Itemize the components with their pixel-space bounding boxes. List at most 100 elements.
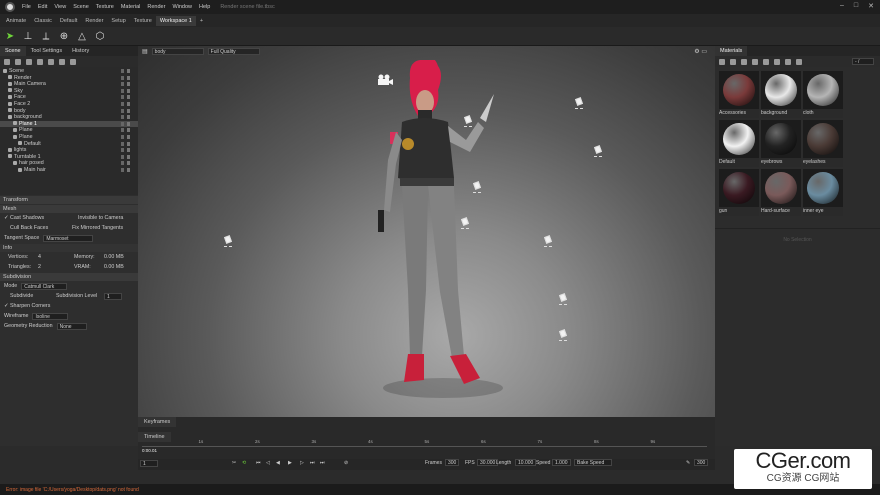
light-icon[interactable] bbox=[574, 97, 584, 109]
visibility-icon[interactable] bbox=[127, 88, 130, 93]
menu-window[interactable]: Window bbox=[172, 4, 192, 10]
lock-icon[interactable] bbox=[121, 108, 124, 113]
select-tool-icon[interactable]: ➤ bbox=[4, 30, 16, 42]
light-icon[interactable] bbox=[460, 217, 470, 229]
delete-icon[interactable] bbox=[70, 58, 76, 65]
menu-texture[interactable]: Texture bbox=[96, 4, 114, 10]
subdivision-section-header[interactable]: Subdivision bbox=[0, 273, 138, 281]
tree-item[interactable]: Main hair bbox=[0, 167, 138, 174]
viewport[interactable]: ▤ body Full Quality ⚙ ▭ bbox=[138, 46, 715, 417]
speed-input[interactable]: 1.000 bbox=[552, 459, 571, 466]
lock-icon[interactable] bbox=[121, 141, 124, 146]
visibility-icon[interactable] bbox=[127, 101, 130, 106]
menu-edit[interactable]: Edit bbox=[38, 4, 47, 10]
snap-tool-icon[interactable]: ⬡ bbox=[94, 30, 106, 42]
new-material-icon[interactable] bbox=[719, 58, 725, 65]
sharpen-corners-checkbox[interactable]: ✓ bbox=[4, 303, 8, 309]
workspace-1[interactable]: Workspace 1 bbox=[155, 15, 196, 26]
mode-select[interactable]: Catmull Clark bbox=[21, 282, 68, 290]
pivot-tool-icon[interactable]: △ bbox=[76, 30, 88, 42]
visibility-icon[interactable] bbox=[127, 121, 130, 126]
visibility-icon[interactable] bbox=[127, 154, 130, 159]
prev-key-icon[interactable]: ◁ bbox=[266, 460, 270, 466]
add-workspace-button[interactable]: + bbox=[196, 16, 207, 26]
folder-icon[interactable] bbox=[59, 58, 65, 65]
tree-item[interactable]: background bbox=[0, 114, 138, 121]
tab-tool-settings[interactable]: Tool Settings bbox=[26, 46, 68, 56]
visibility-icon[interactable] bbox=[127, 167, 130, 172]
mesh-section-header[interactable]: Mesh bbox=[0, 205, 138, 213]
material-search-input[interactable]: - / bbox=[852, 58, 874, 65]
workspace-setup[interactable]: Setup bbox=[107, 16, 129, 26]
merge-material-icon[interactable] bbox=[741, 58, 747, 65]
tree-item[interactable]: Plane 1 bbox=[0, 120, 138, 128]
tab-materials[interactable]: Materials bbox=[715, 46, 748, 56]
last-frame-icon[interactable]: ⏭ bbox=[320, 460, 325, 466]
tree-item[interactable]: Scene bbox=[0, 68, 138, 75]
lock-icon[interactable] bbox=[121, 95, 124, 100]
light-icon[interactable] bbox=[472, 181, 482, 193]
material-swatch[interactable]: inner eye bbox=[803, 169, 843, 216]
scale-tool-icon[interactable]: ⊕ bbox=[58, 30, 70, 42]
add-camera-icon[interactable] bbox=[26, 58, 32, 65]
tree-item[interactable]: Plane bbox=[0, 127, 138, 134]
lock-icon[interactable] bbox=[121, 148, 124, 153]
library-icon[interactable] bbox=[796, 58, 802, 65]
lock-icon[interactable] bbox=[121, 134, 124, 139]
cut-icon[interactable]: ✂ bbox=[232, 460, 236, 466]
info-section-header[interactable]: Info bbox=[0, 244, 138, 252]
save-icon[interactable] bbox=[774, 58, 780, 65]
minimize-icon[interactable]: – bbox=[840, 2, 844, 10]
visibility-icon[interactable] bbox=[127, 75, 130, 80]
play-icon[interactable]: ▶ bbox=[288, 460, 292, 466]
lock-icon[interactable] bbox=[121, 128, 124, 133]
picker-icon[interactable] bbox=[785, 58, 791, 65]
import-icon[interactable] bbox=[48, 58, 54, 65]
menu-help[interactable]: Help bbox=[199, 4, 210, 10]
material-swatch[interactable]: eyelashes bbox=[803, 120, 843, 167]
lock-icon[interactable] bbox=[121, 75, 124, 80]
light-icon[interactable] bbox=[463, 115, 473, 127]
light-icon[interactable] bbox=[558, 329, 568, 341]
transform-section-header[interactable]: Transform bbox=[0, 196, 138, 204]
tangent-space-select[interactable]: Marmoset bbox=[43, 234, 94, 242]
menu-scene[interactable]: Scene bbox=[73, 4, 89, 10]
tree-item[interactable]: lights bbox=[0, 147, 138, 154]
tree-item[interactable]: Plane bbox=[0, 134, 138, 141]
tab-keyframes[interactable]: Keyframes bbox=[138, 417, 177, 427]
duplicate-material-icon[interactable] bbox=[730, 58, 736, 65]
workspace-default[interactable]: Default bbox=[56, 16, 81, 26]
material-swatch[interactable]: Default bbox=[719, 120, 759, 167]
material-swatch[interactable]: Hard-surface bbox=[761, 169, 801, 216]
tree-item[interactable]: Default bbox=[0, 141, 138, 148]
tab-scene[interactable]: Scene bbox=[0, 46, 26, 56]
loop-icon[interactable]: ⟲ bbox=[242, 460, 246, 466]
lock-icon[interactable] bbox=[121, 82, 124, 87]
add-light-icon[interactable] bbox=[4, 58, 10, 65]
cull-back-faces-label[interactable]: Cull Back Faces bbox=[10, 225, 48, 231]
tab-timeline[interactable]: Timeline bbox=[138, 432, 171, 442]
rotate-tool-icon[interactable]: ⟂ bbox=[40, 30, 52, 42]
lock-icon[interactable] bbox=[121, 101, 124, 106]
workspace-render[interactable]: Render bbox=[81, 16, 107, 26]
object-select[interactable]: body bbox=[151, 47, 204, 55]
cast-shadows-checkbox[interactable]: ✓ bbox=[4, 215, 8, 221]
menu-file[interactable]: File bbox=[22, 4, 31, 10]
bake-speed-button[interactable]: Bake Speed bbox=[574, 459, 612, 466]
visibility-icon[interactable] bbox=[127, 141, 130, 146]
quality-select[interactable]: Full Quality bbox=[207, 47, 260, 55]
lock-icon[interactable] bbox=[121, 154, 124, 159]
length-input[interactable]: 10.000 bbox=[515, 459, 537, 466]
material-swatch[interactable]: Accessories bbox=[719, 71, 759, 118]
subdivision-level-input[interactable]: 1 bbox=[104, 292, 122, 300]
timeline-ruler[interactable]: 0:00.01 1s 2s 3s 4s 5s 6s 7s 8s 9s bbox=[142, 439, 707, 457]
visibility-icon[interactable] bbox=[127, 95, 130, 100]
move-tool-icon[interactable]: ⊥ bbox=[22, 30, 34, 42]
tree-item[interactable]: Main Camera bbox=[0, 81, 138, 88]
tab-history[interactable]: History bbox=[67, 46, 94, 56]
material-swatch[interactable]: cloth bbox=[803, 71, 843, 118]
visibility-icon[interactable] bbox=[127, 69, 130, 73]
folder-icon[interactable] bbox=[763, 58, 769, 65]
menu-view[interactable]: View bbox=[54, 4, 66, 10]
visibility-icon[interactable] bbox=[127, 82, 130, 87]
